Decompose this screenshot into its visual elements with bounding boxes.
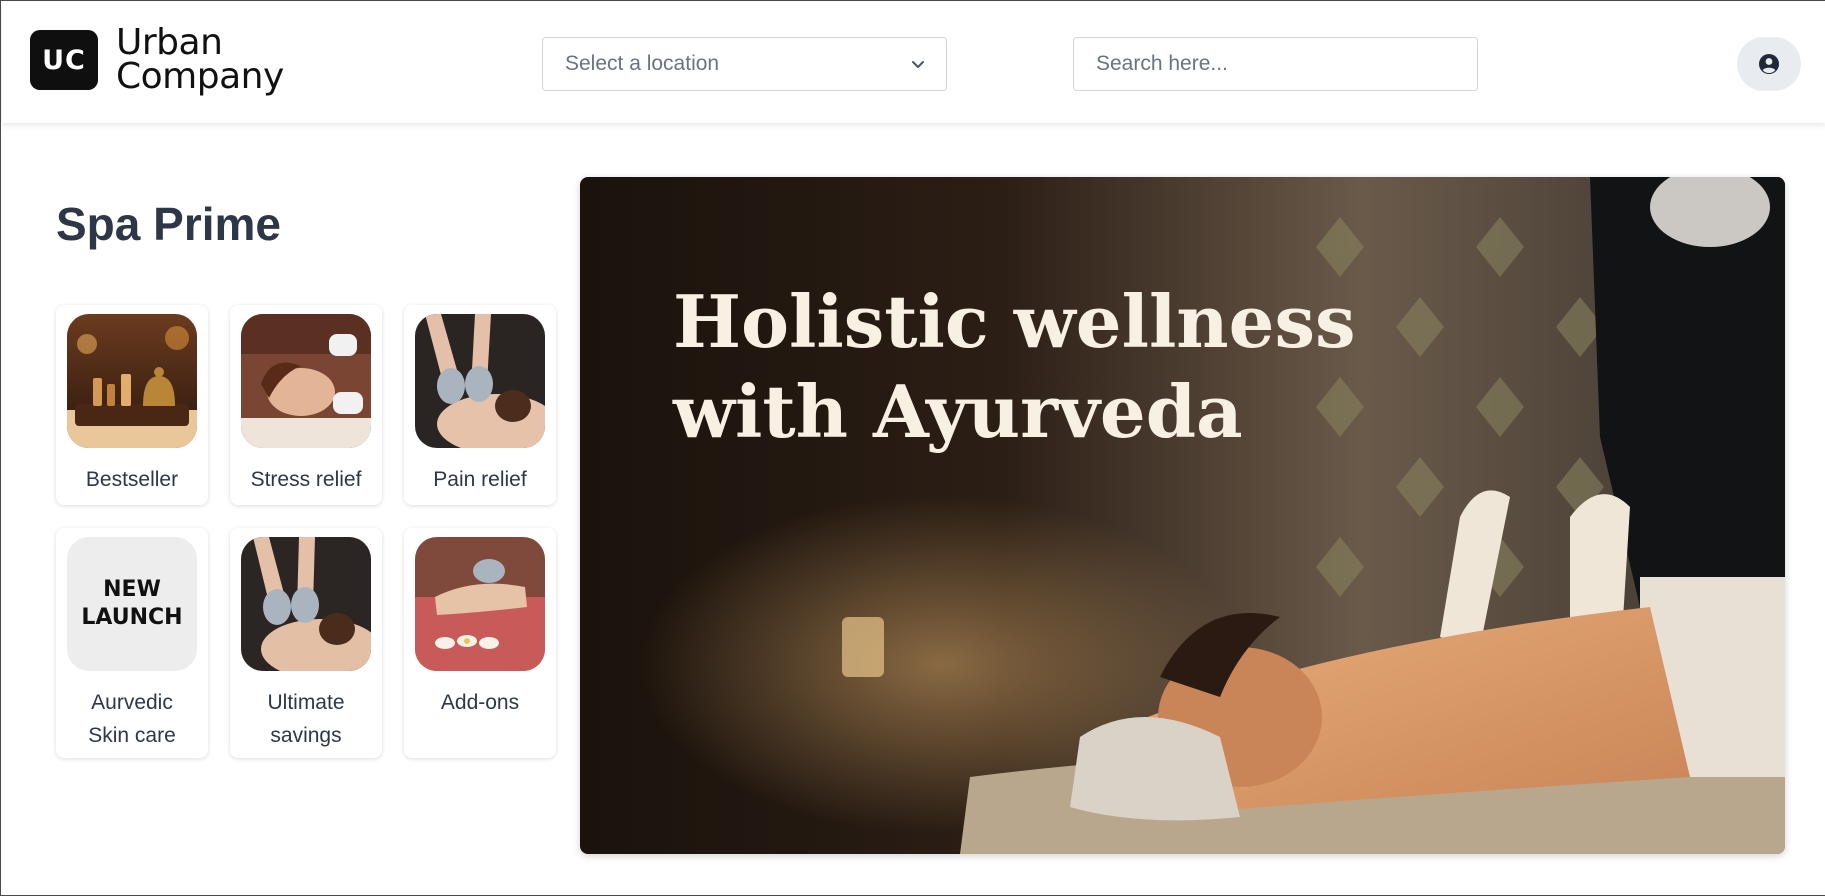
page-title: Spa Prime [56, 198, 281, 250]
banner-headline-line-1: Holistic wellness [673, 279, 1356, 364]
hero-banner[interactable]: Holistic wellness with Ayurveda [580, 177, 1785, 854]
search-field[interactable] [1073, 37, 1478, 91]
category-card-bestseller[interactable]: Bestseller [56, 305, 208, 505]
app-frame: UC Urban Company Select a location Spa P… [0, 0, 1825, 896]
user-circle-icon [1759, 54, 1779, 74]
location-select[interactable]: Select a location [542, 37, 947, 91]
banner-headline: Holistic wellness with Ayurveda [673, 277, 1356, 457]
pain-relief-image [415, 314, 545, 448]
category-label-line-1: Ultimate [267, 691, 345, 714]
category-card-pain-relief[interactable]: Pain relief [404, 305, 556, 505]
category-label-line-2: savings [270, 724, 342, 747]
category-label: Ultimate savings [230, 686, 382, 752]
category-card-stress-relief[interactable]: Stress relief [230, 305, 382, 505]
ultimate-savings-image [241, 537, 371, 671]
new-launch-badge: NEW LAUNCH [67, 537, 197, 671]
chevron-down-icon [912, 61, 924, 68]
category-card-aurvedic-skin-care[interactable]: NEW LAUNCH Aurvedic Skin care [56, 528, 208, 758]
account-button[interactable] [1737, 37, 1801, 91]
stress-relief-image [241, 314, 371, 448]
category-label: Bestseller [85, 468, 179, 491]
category-card-ultimate-savings[interactable]: Ultimate savings [230, 528, 382, 758]
location-placeholder: Select a location [565, 52, 720, 75]
banner-headline-line-2: with Ayurveda [673, 369, 1243, 454]
category-label: Add-ons [440, 691, 520, 714]
top-header: UC Urban Company Select a location [2, 2, 1825, 123]
category-label: Aurvedic Skin care [56, 686, 208, 752]
category-label: Pain relief [433, 468, 527, 491]
logo-icon[interactable]: UC [30, 30, 98, 90]
badge-line-1: NEW [103, 577, 161, 602]
category-card-add-ons[interactable]: Add-ons [404, 528, 556, 758]
category-label: Stress relief [250, 468, 362, 491]
bestseller-image [67, 314, 197, 448]
logo-line-1: Urban [116, 22, 223, 63]
category-label-line-2: Skin care [88, 724, 176, 747]
category-label-line-1: Aurvedic [91, 691, 173, 714]
logo-wordmark[interactable]: Urban Company [116, 22, 284, 97]
add-ons-image [415, 537, 545, 671]
badge-line-2: LAUNCH [81, 605, 183, 630]
logo-line-2: Company [116, 56, 284, 97]
search-input[interactable] [1074, 38, 1477, 90]
